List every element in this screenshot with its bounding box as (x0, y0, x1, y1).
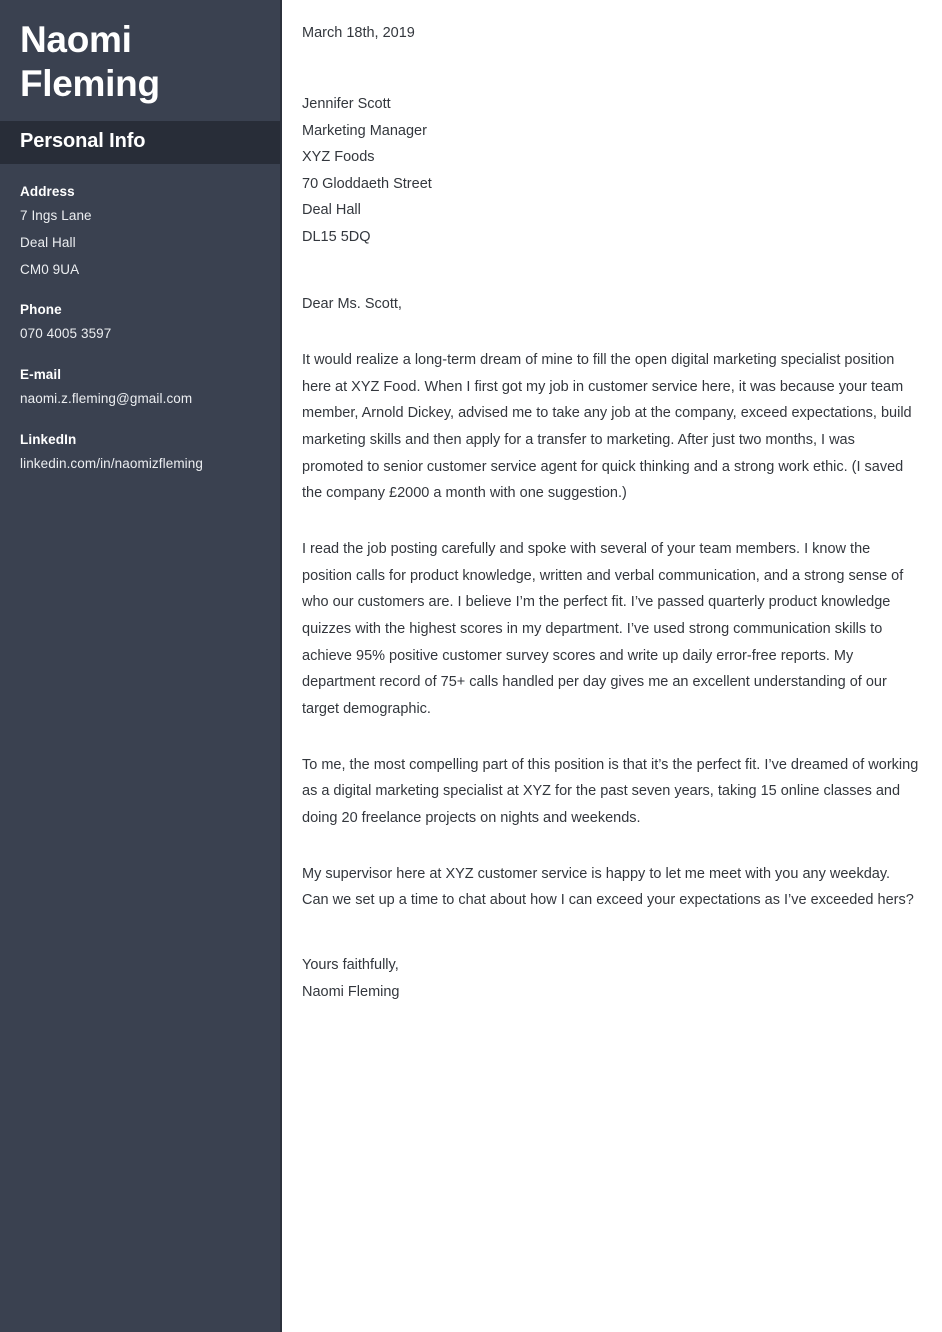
letter-date: March 18th, 2019 (302, 25, 415, 41)
sidebar: Naomi Fleming Personal Info Address 7 In… (0, 0, 282, 1332)
letter-closing: Yours faithfully, Naomi Fleming (302, 952, 920, 1005)
email-value[interactable]: naomi.z.fleming@gmail.com (20, 386, 260, 413)
recipient-title: Marketing Manager (302, 122, 427, 139)
personal-info-heading: Personal Info (20, 130, 146, 153)
detail-group-address: Address 7 Ings Lane Deal Hall CM0 9UA (20, 182, 260, 283)
detail-group-linkedin: LinkedIn linkedin.com/in/naomizfleming (20, 430, 260, 478)
phone-label: Phone (20, 302, 62, 318)
recipient-company: XYZ Foods (302, 149, 375, 166)
detail-group-email: E-mail naomi.z.fleming@gmail.com (20, 365, 260, 413)
cover-letter-page: Naomi Fleming Personal Info Address 7 In… (0, 0, 942, 1332)
phone-value[interactable]: 070 4005 3597 (20, 321, 260, 348)
address-line-1: 7 Ings Lane (20, 208, 92, 224)
letter-salutation: Dear Ms. Scott, (302, 296, 402, 313)
recipient-postcode: DL15 5DQ (302, 228, 371, 245)
letter-body: March 18th, 2019 Jennifer Scott Marketin… (282, 0, 942, 1332)
address-line-2: Deal Hall (20, 234, 76, 250)
linkedin-value[interactable]: linkedin.com/in/naomizfleming (20, 451, 260, 478)
recipient-block: Jennifer Scott Marketing Manager XYZ Foo… (302, 91, 920, 250)
linkedin-label: LinkedIn (20, 431, 77, 447)
address-label: Address (20, 184, 75, 200)
contact-details: Address 7 Ings Lane Deal Hall CM0 9UA Ph… (0, 164, 280, 477)
address-line-3: CM0 9UA (20, 261, 80, 277)
candidate-name-block: Naomi Fleming (0, 0, 280, 121)
letter-paragraph-1: It would realize a long-term dream of mi… (302, 351, 912, 502)
letter-paragraph-4: My supervisor here at XYZ customer servi… (302, 865, 914, 909)
email-label: E-mail (20, 367, 62, 383)
recipient-street: 70 Gloddaeth Street (302, 175, 432, 192)
signature-name: Naomi Fleming (302, 983, 400, 1000)
recipient-name: Jennifer Scott (302, 96, 391, 113)
candidate-last-name: Fleming (20, 62, 160, 104)
candidate-first-name: Naomi (20, 19, 132, 60)
detail-group-phone: Phone 070 4005 3597 (20, 300, 260, 348)
closing-salutation: Yours faithfully, (302, 957, 399, 973)
recipient-city: Deal Hall (302, 202, 361, 219)
letter-paragraph-2: I read the job posting carefully and spo… (302, 540, 904, 717)
letter-paragraph-3: To me, the most compelling part of this … (302, 756, 919, 826)
personal-info-band: Personal Info (0, 121, 280, 165)
